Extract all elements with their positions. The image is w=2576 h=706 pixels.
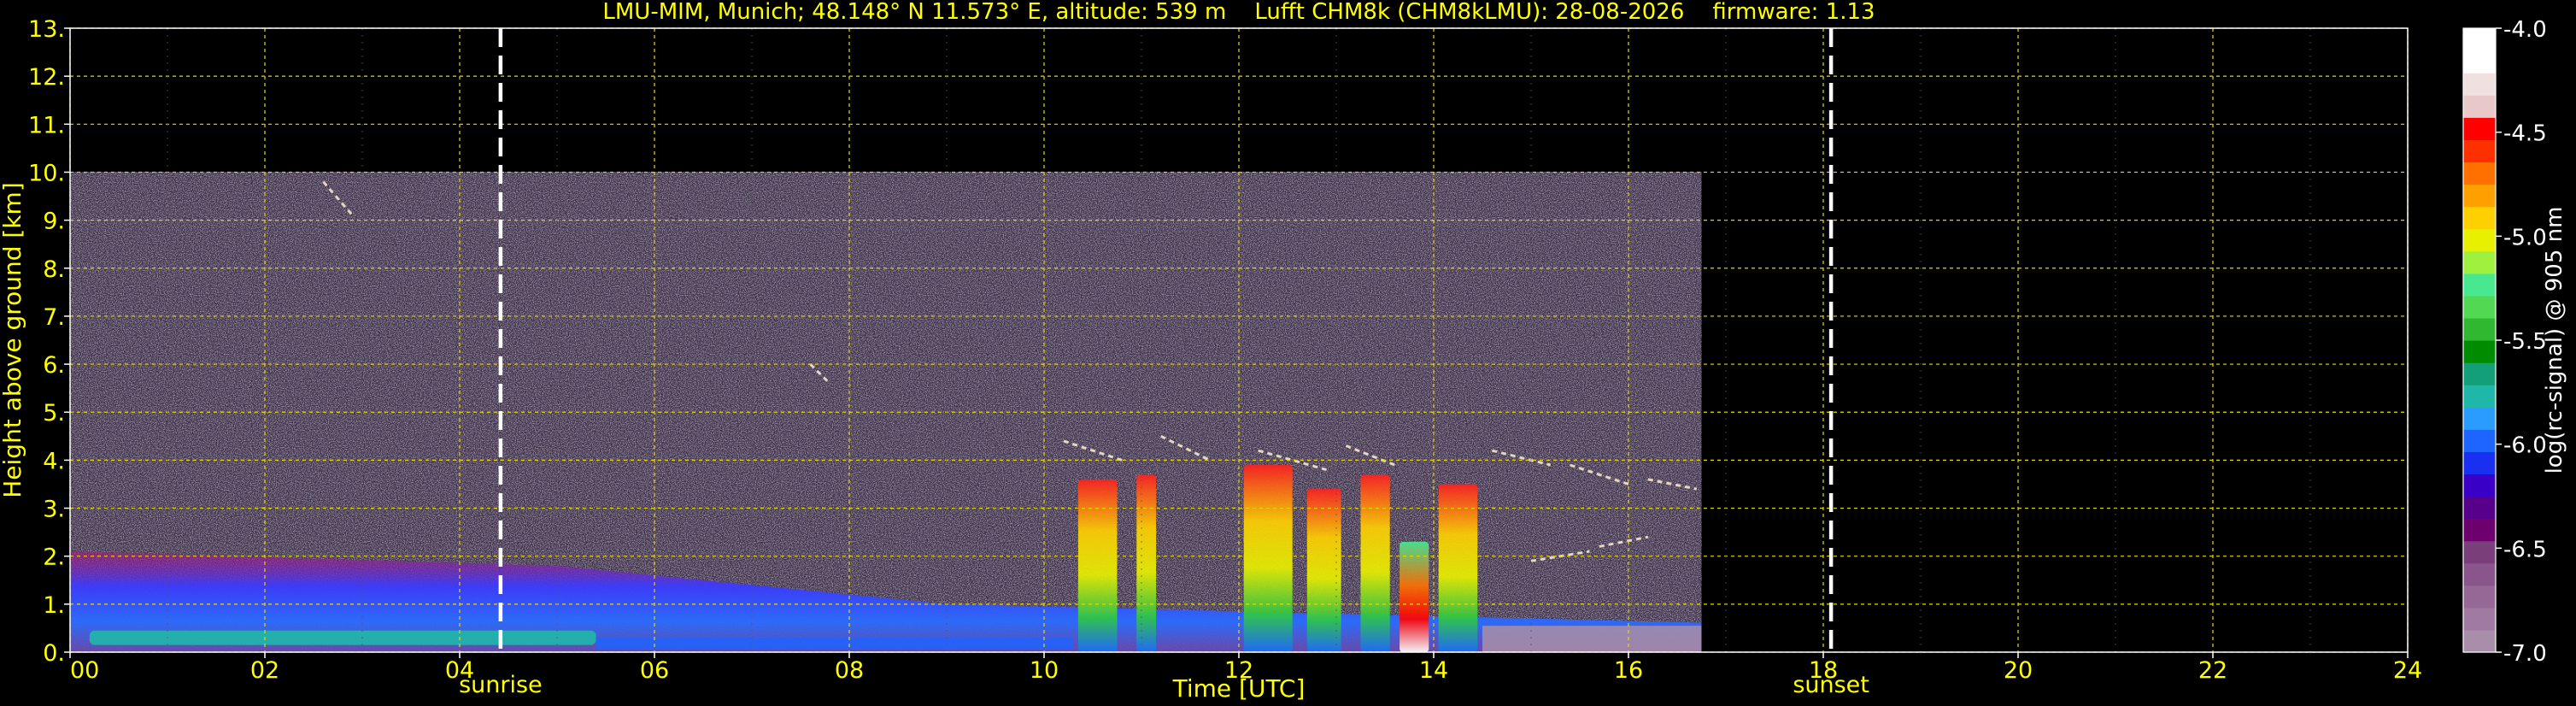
x-tick-label: 24	[2393, 657, 2422, 684]
colorbar-tick-label: -7.0	[2503, 641, 2547, 667]
colorbar-label: log(rc-signal) @ 905 nm	[2542, 207, 2567, 474]
colorbar-swatch	[2463, 95, 2496, 118]
colorbar-swatch	[2463, 273, 2496, 297]
y-tick-label: 11.	[28, 112, 65, 138]
colorbar-swatch	[2463, 317, 2496, 341]
colorbar-swatch	[2463, 607, 2496, 631]
colorbar-tick-label: -4.0	[2503, 17, 2547, 43]
y-tick-label: 7.	[43, 304, 65, 331]
colorbar-swatch	[2463, 162, 2496, 185]
colorbar-swatch	[2463, 228, 2496, 252]
colorbar-tick-label: -5.0	[2503, 225, 2547, 250]
cloud-column	[1136, 474, 1157, 652]
colorbar-swatch	[2463, 540, 2496, 564]
colorbar-swatch	[2463, 28, 2496, 51]
surface-aerosol-band	[89, 630, 596, 645]
colorbar-swatch	[2463, 139, 2496, 163]
y-tick-label: 4.	[43, 448, 65, 474]
y-tick-label: 12.	[28, 64, 65, 91]
colorbar-swatch	[2463, 50, 2496, 74]
colorbar-swatch	[2463, 340, 2496, 363]
y-tick-label: 3.	[43, 497, 65, 523]
chart-title: LMU-MIM, Munich; 48.148° N 11.573° E, al…	[602, 0, 1875, 25]
colorbar-swatch	[2463, 451, 2496, 475]
colorbar-swatch	[2463, 629, 2496, 653]
x-axis-label: Time [UTC]	[1172, 674, 1306, 703]
colorbar-swatch	[2463, 585, 2496, 609]
colorbar-tick-label: -6.0	[2503, 433, 2547, 459]
x-tick-label: 14	[1419, 657, 1448, 684]
x-tick-label: 22	[2198, 657, 2227, 684]
colorbar-swatch	[2463, 184, 2496, 208]
x-tick-label: 10	[1030, 657, 1059, 684]
y-tick-label: 2.	[43, 544, 65, 571]
cloud-column	[1243, 465, 1293, 652]
colorbar-tick-label: -6.5	[2503, 537, 2547, 562]
cloud-column	[1360, 474, 1390, 652]
x-tick-label: 04	[445, 657, 474, 684]
y-tick-label: 0.	[43, 640, 65, 667]
x-tick-label: 16	[1614, 657, 1643, 684]
colorbar-swatch	[2463, 562, 2496, 586]
x-tick-label: 00	[70, 657, 99, 684]
colorbar-swatch	[2463, 362, 2496, 385]
x-tick-label: 08	[835, 657, 864, 684]
ceilometer-chart: sunrise sunset 00 02 04 06 08 10 12 14 16 18 20 22 24…	[0, 0, 2576, 706]
x-tick-label: 06	[640, 657, 669, 684]
y-tick-label: 10.	[28, 160, 65, 186]
colorbar-swatch	[2463, 474, 2496, 497]
surface-layer-late	[1482, 626, 1702, 652]
colorbar-swatch	[2463, 250, 2496, 274]
colorbar-swatch	[2463, 385, 2496, 408]
x-tick-label: 02	[250, 657, 279, 684]
y-tick-label: 8.	[43, 256, 65, 283]
y-tick-label: 5.	[43, 400, 65, 427]
colorbar-tick-label: -5.5	[2503, 329, 2547, 355]
y-tick-label: 13.	[28, 16, 65, 43]
cloud-column	[1399, 541, 1429, 652]
x-tick-label: 18	[1809, 657, 1838, 684]
y-tick-label: 1.	[43, 592, 65, 619]
colorbar-swatch	[2463, 117, 2496, 140]
colorbar-tick-label: -4.5	[2503, 121, 2547, 147]
x-tick-label: 20	[2004, 657, 2033, 684]
y-tick-label: 6.	[43, 352, 65, 379]
cloud-column	[1077, 479, 1118, 652]
surface-aerosol-band-afternoon	[596, 638, 1074, 650]
colorbar-swatch	[2463, 295, 2496, 319]
colorbar-swatch	[2463, 73, 2496, 96]
y-axis-label: Height above ground [km]	[0, 182, 26, 498]
colorbar-swatch	[2463, 518, 2496, 542]
cloud-column	[1438, 484, 1478, 652]
colorbar-swatch	[2463, 496, 2496, 520]
colorbar-swatch	[2463, 206, 2496, 230]
y-tick-label: 9.	[43, 209, 65, 235]
colorbar-swatch	[2463, 429, 2496, 452]
colorbar-swatch	[2463, 407, 2496, 430]
cloud-column	[1306, 489, 1341, 652]
